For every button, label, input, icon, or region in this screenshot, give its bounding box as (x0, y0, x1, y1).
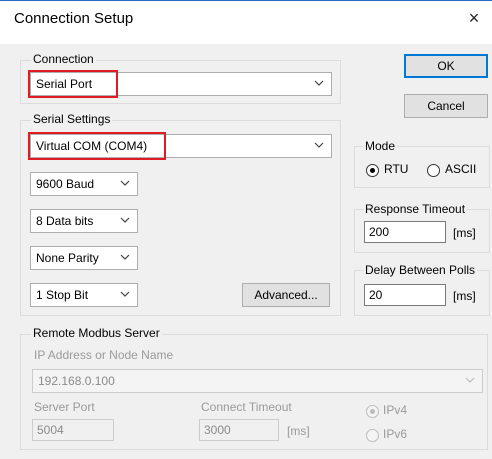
response-timeout-input[interactable]: 200 (364, 221, 446, 243)
response-timeout-unit: [ms] (453, 226, 476, 240)
ip-address-value: 192.168.0.100 (38, 374, 115, 388)
ok-button[interactable]: OK (404, 54, 488, 78)
serial-port-value: Virtual COM (COM4) (36, 139, 148, 153)
chevron-down-icon (119, 213, 131, 227)
chevron-down-icon (119, 176, 131, 190)
ipv6-label: IPv6 (383, 427, 408, 441)
stop-bits-value: 1 Stop Bit (36, 288, 89, 302)
ipv4-label: IPv4 (383, 403, 408, 417)
chevron-down-icon (464, 373, 476, 387)
chevron-down-icon (119, 250, 131, 264)
server-port-input[interactable]: 5004 (32, 419, 114, 441)
mode-ascii-radio[interactable] (427, 164, 440, 177)
connection-type-select[interactable]: Serial Port (30, 72, 332, 96)
cancel-button[interactable]: Cancel (404, 94, 488, 118)
baud-rate-select[interactable]: 9600 Baud (30, 172, 138, 196)
connect-timeout-label: Connect Timeout (201, 400, 292, 414)
data-bits-value: 8 Data bits (36, 214, 94, 228)
baud-rate-value: 9600 Baud (36, 177, 95, 191)
serial-port-select[interactable]: Virtual COM (COM4) (30, 134, 332, 158)
mode-ascii-label: ASCII (445, 162, 477, 176)
ip-address-label: IP Address or Node Name (34, 348, 174, 362)
stop-bits-select[interactable]: 1 Stop Bit (30, 283, 138, 307)
connect-timeout-input[interactable]: 3000 (199, 419, 279, 441)
mode-rtu-label: RTU (384, 162, 409, 176)
connection-group-label: Connection (31, 52, 96, 66)
ipv6-radio[interactable] (366, 429, 379, 442)
response-timeout-group-label: Response Timeout (363, 202, 468, 216)
server-port-label: Server Port (34, 400, 95, 414)
connect-timeout-unit: [ms] (287, 424, 310, 438)
data-bits-select[interactable]: 8 Data bits (30, 209, 138, 233)
remote-modbus-server-group-label: Remote Modbus Server (31, 326, 162, 340)
close-icon[interactable]: × (464, 8, 484, 28)
serial-settings-group-label: Serial Settings (31, 112, 113, 126)
chevron-down-icon (119, 287, 131, 301)
delay-between-polls-group-label: Delay Between Polls (363, 263, 478, 277)
mode-rtu-radio[interactable] (366, 164, 379, 177)
window-title: Connection Setup (14, 10, 134, 27)
connection-type-value: Serial Port (36, 77, 93, 91)
delay-between-polls-input[interactable]: 20 (364, 284, 446, 306)
advanced-button[interactable]: Advanced... (242, 283, 330, 307)
parity-value: None Parity (36, 251, 99, 265)
parity-select[interactable]: None Parity (30, 246, 138, 270)
ipv4-radio[interactable] (366, 405, 379, 418)
chevron-down-icon (313, 138, 325, 152)
mode-group-label: Mode (363, 139, 398, 153)
chevron-down-icon (313, 76, 325, 90)
ip-address-select[interactable]: 192.168.0.100 (32, 369, 483, 393)
delay-between-polls-unit: [ms] (453, 289, 476, 303)
